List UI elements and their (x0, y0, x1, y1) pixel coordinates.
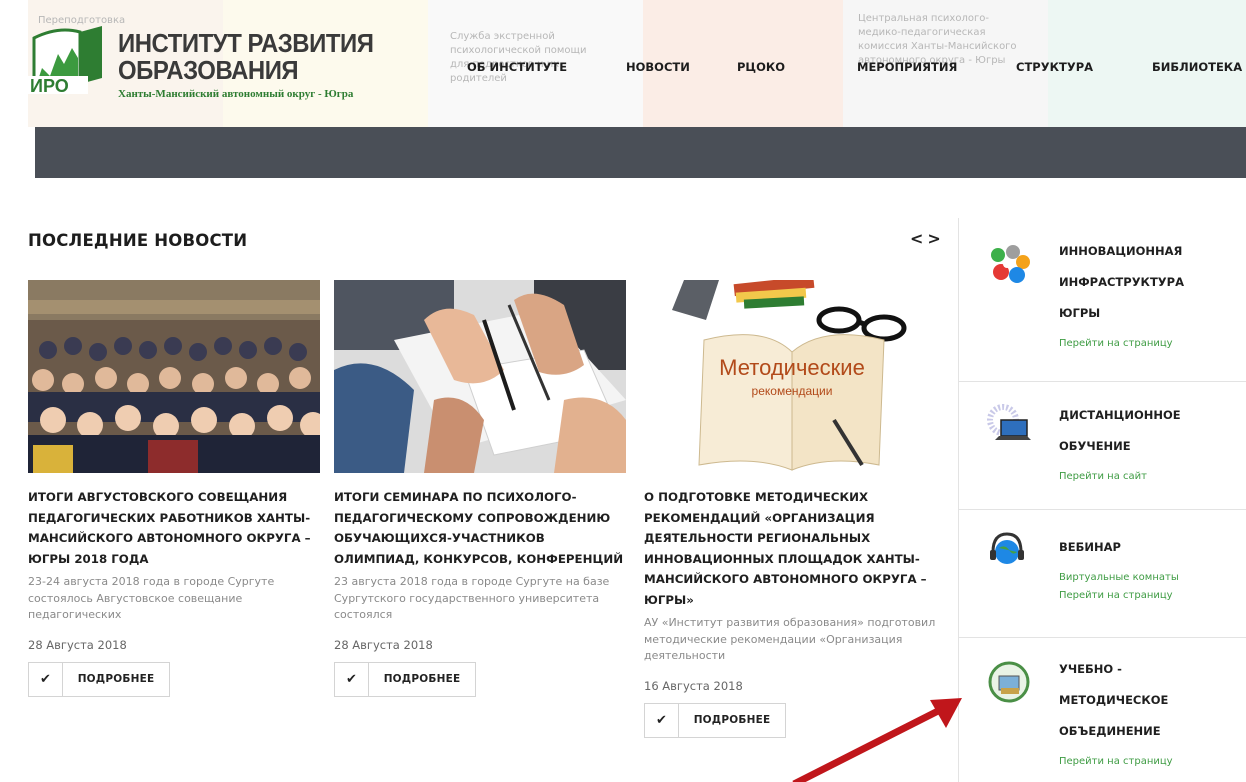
sidebar-item-title: УЧЕБНО - (1059, 662, 1122, 676)
headset-globe-icon (987, 528, 1033, 574)
nav-item-news[interactable]: НОВОСТИ (626, 60, 690, 74)
news-image-seminar[interactable] (334, 280, 626, 473)
news-card: ИТОГИ АВГУСТОВСКОГО СОВЕЩАНИЯ ПЕДАГОГИЧЕ… (28, 280, 320, 697)
sidebar-item-distance[interactable]: ДИСТАНЦИОННОЕ ОБУЧЕНИЕ Перейти на сайт (959, 382, 1246, 510)
more-button[interactable]: ✔ ПОДРОБНЕЕ (28, 661, 170, 697)
news-date: 28 Августа 2018 (334, 637, 433, 652)
nav-item-events[interactable]: МЕРОПРИЯТИЯ (857, 60, 957, 74)
news-description: 23-24 августа 2018 года в городе Сургуте… (28, 575, 275, 621)
nav-item-about[interactable]: ОБ ИНСТИТУТЕ (467, 60, 567, 74)
sidebar-item-text: ВЕБИНАР Виртуальные комнаты Перейти на с… (1059, 532, 1179, 605)
prev-arrow-icon[interactable]: < (908, 229, 925, 248)
dark-band (35, 127, 1246, 178)
more-button-label: ПОДРОБНЕЕ (693, 714, 771, 726)
news-headline[interactable]: О ПОДГОТОВКЕ МЕТОДИЧЕСКИХ РЕКОМЕНДАЦИЙ «… (644, 487, 936, 610)
sidebar-item-methodical[interactable]: УЧЕБНО - МЕТОДИЧЕСКОЕ ОБЪЕДИНЕНИЕ Перейт… (959, 638, 1246, 782)
sidebar-item-title: ОБУЧЕНИЕ (1059, 439, 1131, 453)
laptop-icon (987, 404, 1033, 450)
more-button[interactable]: ✔ ПОДРОБНЕЕ (334, 661, 476, 697)
checkmark-icon: ✔ (645, 703, 679, 737)
news-date: 28 Августа 2018 (28, 637, 127, 652)
news-section-title: ПОСЛЕДНИЕ НОВОСТИ (28, 231, 248, 250)
sidebar-item-innovation[interactable]: ИННОВАЦИОННАЯ ИНФРАСТРУКТУРА ЮГРЫ Перейт… (959, 218, 1246, 382)
sidebar-item-title: ДИСТАНЦИОННОЕ (1059, 408, 1181, 422)
more-button[interactable]: ✔ ПОДРОБНЕЕ (644, 702, 786, 738)
nav-item-structure[interactable]: СТРУКТУРА (1016, 60, 1093, 74)
logo-subtitle: Ханты-Мансийский автономный округ - Югра (118, 88, 354, 100)
news-headline[interactable]: ИТОГИ СЕМИНАРА ПО ПСИХОЛОГО-ПЕДАГОГИЧЕСК… (334, 487, 626, 569)
image-caption-title: Методические (719, 355, 865, 380)
sidebar-item-text: ДИСТАНЦИОННОЕ ОБУЧЕНИЕ Перейти на сайт (1059, 400, 1181, 486)
logo-title-line1: ИНСТИТУТ РАЗВИТИЯ (118, 28, 374, 58)
news-card: Методические рекомендации О ПОДГОТОВКЕ М… (644, 280, 936, 738)
sidebar-item-text: УЧЕБНО - МЕТОДИЧЕСКОЕ ОБЪЕДИНЕНИЕ Перейт… (1059, 654, 1173, 771)
news-image-conference[interactable] (28, 280, 320, 473)
sidebar-item-title: ОБЪЕДИНЕНИЕ (1059, 724, 1161, 738)
sidebar-item-webinar[interactable]: ВЕБИНАР Виртуальные комнаты Перейти на с… (959, 510, 1246, 638)
more-button-label: ПОДРОБНЕЕ (77, 673, 155, 685)
sidebar-item-text: ИННОВАЦИОННАЯ ИНФРАСТРУКТУРА ЮГРЫ Перейт… (1059, 236, 1184, 353)
nav-item-rcoko[interactable]: РЦОКО (737, 60, 785, 74)
more-button-label: ПОДРОБНЕЕ (383, 673, 461, 685)
image-caption-subtitle: рекомендации (752, 384, 833, 398)
site-header: Переподготовка Служба экстренной психоло… (0, 0, 1246, 127)
next-arrow-icon[interactable]: > (925, 229, 942, 248)
sidebar-item-link[interactable]: Перейти на страницу (1059, 587, 1179, 605)
innovation-gears-icon (987, 242, 1033, 288)
news-card: ИТОГИ СЕМИНАРА ПО ПСИХОЛОГО-ПЕДАГОГИЧЕСК… (334, 280, 626, 697)
news-description: 23 августа 2018 года в городе Сургуте на… (334, 575, 610, 621)
news-description: АУ «Институт развития образования» подго… (644, 616, 936, 662)
news-carousel-arrows: < > (908, 229, 943, 248)
annotation-arrow-icon (792, 698, 962, 782)
nav-item-library[interactable]: БИБЛИОТЕКА (1152, 60, 1242, 74)
sidebar-item-link[interactable]: Перейти на страницу (1059, 753, 1173, 771)
news-image-recommendations[interactable]: Методические рекомендации (644, 280, 936, 473)
sidebar-item-title: ВЕБИНАР (1059, 540, 1121, 554)
news-headline[interactable]: ИТОГИ АВГУСТОВСКОГО СОВЕЩАНИЯ ПЕДАГОГИЧЕ… (28, 487, 320, 569)
sidebar-item-title: ЮГРЫ (1059, 306, 1101, 320)
methodical-association-icon (987, 660, 1033, 706)
sidebar-item-title: ИНФРАСТРУКТУРА (1059, 275, 1185, 289)
sidebar-item-subtitle: Виртуальные комнаты (1059, 572, 1179, 583)
sidebar-item-link[interactable]: Перейти на сайт (1059, 468, 1181, 486)
main-nav: ОБ ИНСТИТУТЕ НОВОСТИ РЦОКО МЕРОПРИЯТИЯ С… (0, 60, 1246, 80)
checkmark-icon: ✔ (335, 662, 369, 696)
sidebar-item-link[interactable]: Перейти на страницу (1059, 335, 1184, 353)
checkmark-icon: ✔ (29, 662, 63, 696)
sidebar-item-title: МЕТОДИЧЕСКОЕ (1059, 693, 1169, 707)
sidebar-item-title: ИННОВАЦИОННАЯ (1059, 244, 1183, 258)
